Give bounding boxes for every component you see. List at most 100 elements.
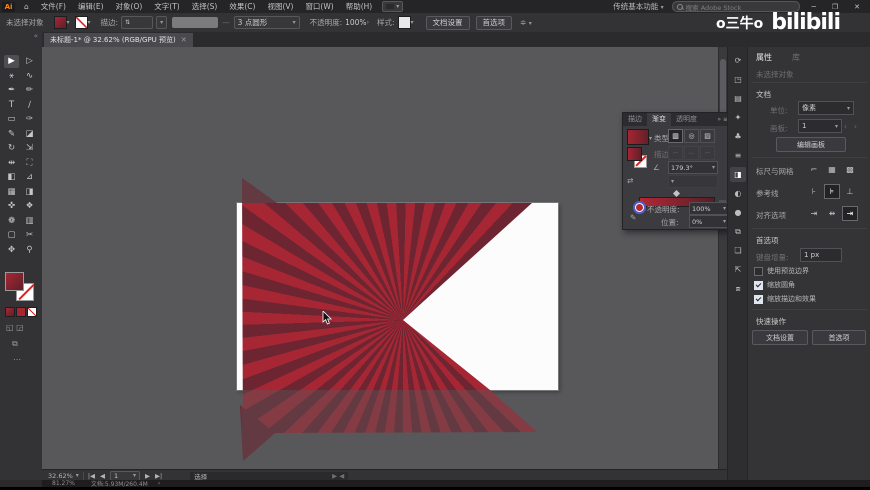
width-profile-dropdown[interactable] <box>172 17 219 28</box>
quick-preferences-button[interactable]: 首选项 <box>812 330 866 345</box>
menu-item-1[interactable]: 编辑(E) <box>72 1 110 12</box>
menu-item-4[interactable]: 选择(S) <box>186 1 224 12</box>
opacity-value[interactable]: 100% <box>345 18 366 27</box>
workspace-mini-dropdown[interactable]: ▾ <box>382 1 404 12</box>
preferences-button[interactable]: 首选项 <box>475 15 513 30</box>
pen-tool[interactable]: ✒ <box>4 84 19 97</box>
document-setup-button[interactable]: 文档设置 <box>425 15 470 30</box>
fill-swatch[interactable] <box>5 272 24 291</box>
perspective-grid-tool[interactable]: ⊿ <box>22 171 37 184</box>
radial-gradient-button[interactable]: ◎ <box>684 129 699 143</box>
show-grid-button[interactable]: ▦ <box>824 162 840 177</box>
history-panel-icon[interactable]: ⧈ <box>730 281 746 296</box>
freeform-gradient-button[interactable]: ▨ <box>700 129 715 143</box>
gradient-location-input[interactable]: 0% ▾ <box>689 215 727 228</box>
selection-tool[interactable]: ▶ <box>4 55 19 68</box>
status-expand-icon[interactable]: › <box>158 480 160 487</box>
column-graph-tool[interactable]: ▥ <box>22 215 37 228</box>
reverse-gradient-icon[interactable]: ⇄ <box>627 176 633 185</box>
prev-artboard-icon[interactable]: ‹ <box>844 122 847 131</box>
checkbox-row-0[interactable]: 使用预览边界 <box>754 266 809 276</box>
panel-menu-icon[interactable]: » ≡ <box>717 116 727 123</box>
draw-mode-icon[interactable]: ◱ ◲ <box>6 323 24 332</box>
quick-document-setup-button[interactable]: 文档设置 <box>752 330 808 345</box>
hand-tool[interactable]: ✥ <box>4 244 19 257</box>
brushes-panel-icon[interactable]: ◳ <box>730 72 746 87</box>
vertical-scrollbar[interactable] <box>718 47 727 469</box>
show-guides-button[interactable]: ⊦ <box>806 184 822 199</box>
brush-definition-dropdown[interactable]: 3 点圆形 ▾ <box>233 16 300 29</box>
scale-tool[interactable]: ⇲ <box>22 142 37 155</box>
symbols2-panel-icon[interactable]: ♣ <box>730 129 746 144</box>
layers-panel-icon[interactable]: ❏ <box>730 243 746 258</box>
appearance-panel-icon[interactable]: ● <box>730 205 746 220</box>
color-mode-icon[interactable] <box>5 307 15 317</box>
checkbox-unchecked[interactable] <box>754 266 763 276</box>
checkbox-checked[interactable] <box>754 294 763 304</box>
show-rulers-button[interactable]: ⌐ <box>806 162 822 177</box>
type-tool[interactable]: T <box>4 99 19 112</box>
caret-icon[interactable]: ▾ <box>76 472 79 479</box>
graphic-styles-panel-icon[interactable]: ✦ <box>730 110 746 125</box>
snap-to-point-button[interactable]: ⇻ <box>824 206 840 221</box>
gradient-midpoint-handle[interactable] <box>672 189 681 198</box>
magic-wand-tool[interactable]: ⚹ <box>4 70 19 83</box>
snap-to-pixel-button[interactable]: ⇥ <box>842 206 858 221</box>
menu-item-5[interactable]: 效果(C) <box>223 1 261 12</box>
canvas[interactable]: 描边 渐变 透明度 » ≡ ▾ 类型: ▥ ◎ ▨ 描边: ⌐ ⌙ ⌐ ∠ 17… <box>42 47 727 469</box>
lock-guides-button[interactable]: ⊧ <box>824 184 840 199</box>
document-tab[interactable]: 未标题-1* @ 32.62% (RGB/GPU 预览) ✕ <box>44 33 193 47</box>
width-tool[interactable]: ⇹ <box>4 157 19 170</box>
artboard-dropdown[interactable]: 1 ▾ <box>798 119 842 133</box>
menu-item-7[interactable]: 窗口(W) <box>299 1 339 12</box>
menu-item-0[interactable]: 文件(F) <box>35 1 72 12</box>
app-logo[interactable]: Ai <box>2 1 15 12</box>
paintbrush-tool[interactable]: ✑ <box>22 113 37 126</box>
export-panel-icon[interactable]: ⇱ <box>730 262 746 277</box>
stroke-weight-dropdown[interactable]: ▾ <box>156 16 168 29</box>
gradient-opacity-input[interactable]: 100% ▾ <box>689 202 727 215</box>
tab-close-icon[interactable]: ✕ <box>181 36 187 44</box>
none-mode-icon[interactable] <box>27 307 37 317</box>
tab-transparency[interactable]: 透明度 <box>671 113 702 126</box>
symbols-panel-icon[interactable]: ▤ <box>730 91 746 106</box>
toolbar-collapse[interactable]: « <box>0 32 42 47</box>
slice-tool[interactable]: ✂ <box>22 229 37 242</box>
more-tools-icon[interactable]: ⋯ <box>13 355 21 364</box>
menu-item-3[interactable]: 文字(T) <box>148 1 185 12</box>
tab-properties[interactable]: 属性 <box>756 52 772 63</box>
stroke-panel-icon[interactable]: ≡ <box>730 148 746 163</box>
tab-libraries[interactable]: 库 <box>792 52 800 63</box>
gradient-angle-input[interactable]: 179.3° ▾ <box>668 161 718 174</box>
keyboard-increment-input[interactable]: 1 px <box>800 248 842 262</box>
checkbox-checked[interactable] <box>754 280 763 290</box>
curvature-tool[interactable]: ✏ <box>22 84 37 97</box>
gradient-swatch[interactable] <box>627 129 649 145</box>
caret-icon[interactable]: ▾ <box>649 135 652 142</box>
tab-gradient[interactable]: 渐变 <box>647 113 671 126</box>
menu-item-2[interactable]: 对象(O) <box>110 1 149 12</box>
last-artboard-button[interactable]: ▶| <box>155 472 162 480</box>
gradient-tool[interactable]: ◨ <box>22 186 37 199</box>
units-dropdown[interactable]: 像素 ▾ <box>798 101 854 115</box>
next-artboard-icon[interactable]: › <box>854 122 857 131</box>
gradient-fill-proxy[interactable] <box>627 147 642 161</box>
rectangle-tool[interactable]: ▭ <box>4 113 19 126</box>
artboards-panel-icon[interactable]: ⧉ <box>730 224 746 239</box>
menu-item-8[interactable]: 帮助(H) <box>340 1 379 12</box>
swatches-panel-icon[interactable]: ⟳ <box>730 53 746 68</box>
line-segment-tool[interactable]: ∕ <box>22 99 37 112</box>
symbol-sprayer-tool[interactable]: ❁ <box>4 215 19 228</box>
menu-item-6[interactable]: 视图(V) <box>261 1 299 12</box>
screen-mode-icon[interactable]: ⧉ <box>12 339 18 349</box>
zoom-tool[interactable]: ⚲ <box>22 244 37 257</box>
rotate-tool[interactable]: ↻ <box>4 142 19 155</box>
lasso-tool[interactable]: ∿ <box>22 70 37 83</box>
artboard-tool[interactable]: ▢ <box>4 229 19 242</box>
show-transparency-grid-button[interactable]: ▩ <box>842 162 858 177</box>
mesh-tool[interactable]: ▦ <box>4 186 19 199</box>
shape-builder-tool[interactable]: ◧ <box>4 171 19 184</box>
gradient-panel-icon[interactable]: ◨ <box>730 167 746 182</box>
eyedropper-tool[interactable]: ✜ <box>4 200 19 213</box>
tab-stroke[interactable]: 描边 <box>623 113 647 126</box>
